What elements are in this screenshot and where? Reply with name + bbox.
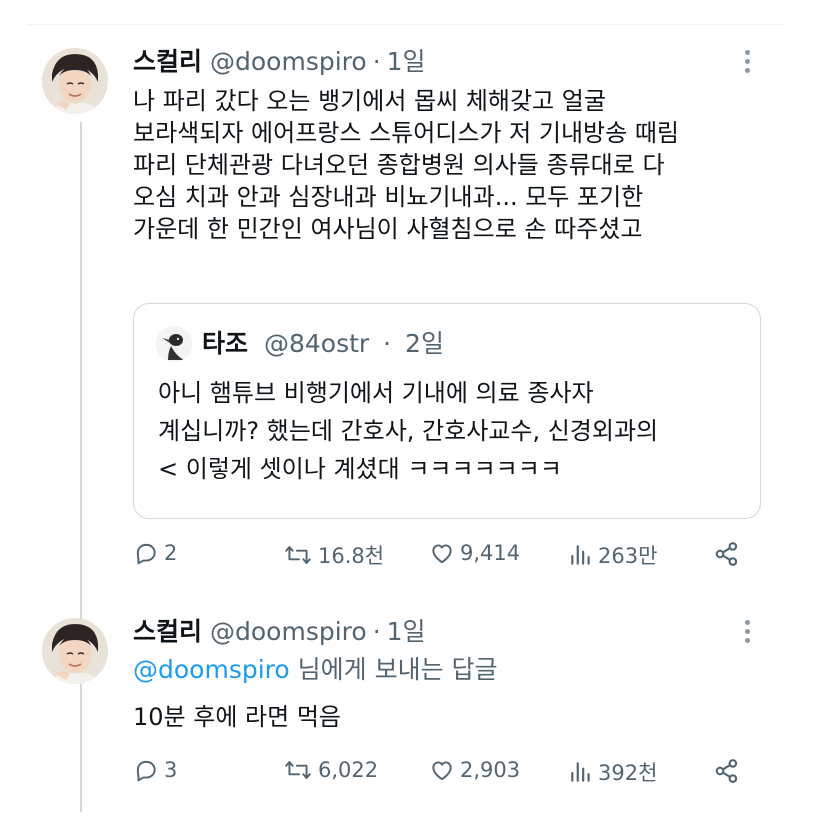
timestamp[interactable]: 1일 [387, 612, 426, 648]
quoted-timestamp[interactable]: 2일 [405, 329, 444, 358]
timestamp[interactable]: 1일 [387, 42, 426, 78]
retweet-icon [285, 761, 311, 779]
tweet-text-line: 가운데 한 민간인 여사님이 사혈침으로 손 따주셨고 [133, 215, 643, 243]
tweet-text: 10분 후에 라면 먹음 [133, 702, 341, 732]
avatar-image [42, 48, 108, 114]
reply-context: @doomspiro 님에게 보내는 답글 [133, 655, 498, 685]
separator-dot: · [372, 617, 381, 646]
quoted-header: 타조 @84ostr · 2일 [202, 324, 444, 360]
reply-button[interactable]: 3 [133, 757, 177, 783]
more-icon[interactable] [744, 50, 750, 73]
like-count: 9,414 [460, 541, 521, 565]
avatar[interactable] [42, 618, 108, 684]
retweet-button[interactable]: 6,022 [283, 757, 378, 783]
retweet-button[interactable]: 16.8천 [283, 540, 384, 570]
tweet-text-line: 오심 치과 안과 심장내과 비뇨기내과... 모두 포기한 [133, 183, 644, 211]
reply-icon [136, 543, 156, 565]
top-divider [28, 24, 786, 25]
separator-dot: · [383, 329, 392, 358]
tweet-header: 스컬리 @doomspiro · 1일 [133, 612, 426, 648]
display-name[interactable]: 스컬리 [133, 612, 202, 648]
quoted-user-handle[interactable]: @84ostr [264, 329, 369, 358]
quoted-text-line: 계십니까? 했는데 간호사, 간호사교수, 신경외과의 [158, 417, 659, 445]
reply-context-text: 님에게 보내는 답글 [289, 655, 498, 684]
quoted-text-line: 아니 햄튜브 비행기에서 기내에 의료 종사자 [158, 379, 594, 407]
tweet-header: 스컬리 @doomspiro · 1일 [133, 42, 426, 78]
display-name[interactable]: 스컬리 [133, 42, 202, 78]
views-icon [571, 762, 590, 782]
view-count: 392천 [598, 761, 658, 785]
tweet-text: 나 파리 갔다 오는 뱅기에서 몹씨 체해갖고 얼굴 보라색되자 에어프랑스 스… [133, 85, 679, 245]
quoted-text-line: < 이렇게 셋이나 계셨대 ㅋㅋㅋㅋㅋㅋㅋ [158, 455, 562, 483]
more-icon[interactable] [744, 620, 750, 643]
user-handle[interactable]: @doomspiro [210, 617, 367, 646]
tweet-actions: 3 6,022 2,903 392천 [133, 757, 753, 793]
tweet-text-line: 10분 후에 라면 먹음 [133, 703, 341, 731]
user-handle[interactable]: @doomspiro [210, 47, 367, 76]
share-button[interactable] [713, 757, 741, 785]
share-button[interactable] [713, 540, 741, 568]
quoted-display-name[interactable]: 타조 [202, 329, 248, 358]
view-count: 263만 [598, 544, 658, 568]
views-button[interactable]: 392천 [569, 757, 657, 787]
reply-count: 3 [164, 758, 178, 782]
thread-connector-line [80, 122, 82, 812]
views-icon [571, 545, 590, 565]
reply-button[interactable]: 2 [133, 540, 177, 566]
reply-count: 2 [164, 541, 178, 565]
tweet-text-line: 보라색되자 에어프랑스 스튜어디스가 저 기내방송 때림 [133, 119, 679, 147]
avatar-image [42, 618, 108, 684]
quoted-avatar[interactable] [156, 326, 192, 362]
like-icon [432, 761, 452, 781]
like-count: 2,903 [460, 758, 521, 782]
mention-link[interactable]: @doomspiro [133, 655, 290, 684]
separator-dot: · [372, 47, 381, 76]
like-button[interactable]: 9,414 [429, 540, 520, 566]
quoted-tweet[interactable]: 타조 @84ostr · 2일 아니 햄튜브 비행기에서 기내에 의료 종사자 … [133, 303, 761, 519]
views-button[interactable]: 263만 [569, 540, 657, 570]
like-button[interactable]: 2,903 [429, 757, 520, 783]
quoted-text: 아니 햄튜브 비행기에서 기내에 의료 종사자 계십니까? 했는데 간호사, 간… [158, 374, 658, 488]
retweet-count: 16.8천 [318, 544, 385, 568]
tweet-actions: 2 16.8천 9,414 263만 [133, 540, 753, 576]
tweet-text-line: 나 파리 갔다 오는 뱅기에서 몹씨 체해갖고 얼굴 [133, 87, 606, 115]
retweet-count: 6,022 [318, 758, 379, 782]
retweet-icon [285, 546, 311, 564]
like-icon [432, 544, 452, 564]
share-icon [715, 759, 738, 783]
share-icon [715, 542, 738, 566]
tweet-text-line: 파리 단체관광 다녀오던 종합병원 의사들 종류대로 다 [133, 151, 665, 179]
reply-icon [136, 760, 156, 782]
quoted-avatar-image [156, 326, 192, 362]
avatar[interactable] [42, 48, 108, 114]
